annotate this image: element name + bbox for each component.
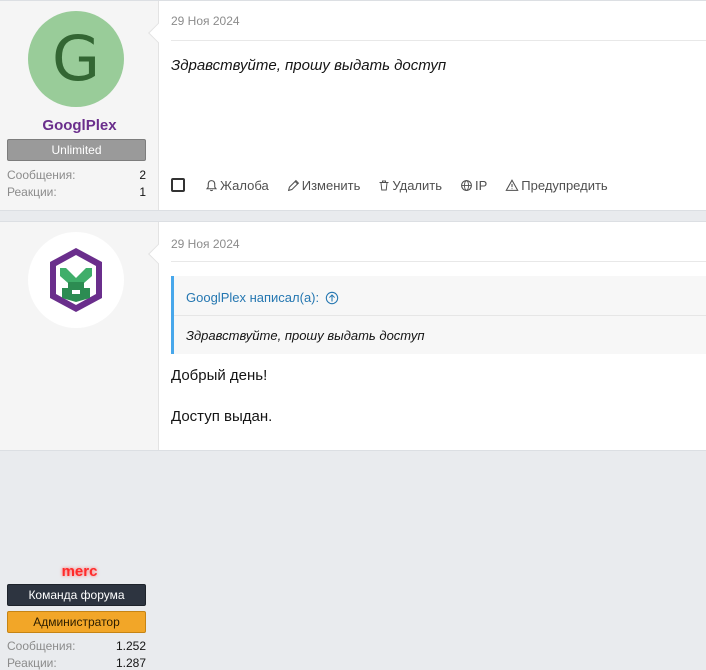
action-label: Изменить [301, 177, 361, 193]
stat-reactions: Реакции: 1.287 [7, 656, 146, 670]
stat-label: Реакции: [7, 656, 57, 670]
post-message: Здравствуйте, прошу выдать доступ [171, 57, 447, 74]
post-date[interactable]: 29 Ноя 2024 [171, 14, 240, 28]
action-label: IP [475, 177, 488, 193]
stat-messages: Сообщения: 2 [7, 168, 146, 182]
user-banner: Администратор [7, 611, 146, 633]
action-label: Жалоба [220, 177, 269, 193]
post-actions: Жалоба Изменить Удалить IP Предупредить [171, 176, 626, 194]
edit-button[interactable]: Изменить [287, 177, 361, 193]
stat-value: 1 [139, 185, 146, 199]
quote-author[interactable]: GooglPlex написал(а): [186, 290, 319, 305]
report-button[interactable]: Жалоба [205, 178, 269, 193]
user-banner: Команда форума [7, 584, 146, 606]
post: G GooglPlex Unlimited Сообщения: 2 Реакц… [0, 0, 706, 211]
user-banner: Unlimited [7, 139, 146, 161]
stat-value: 2 [139, 168, 146, 182]
action-label: Удалить [392, 177, 442, 193]
user-panel: merc Команда форума Администратор Сообще… [0, 222, 159, 670]
trash-icon [379, 180, 389, 190]
arrow-up-circle-icon[interactable] [325, 291, 339, 305]
quote-divider [174, 315, 706, 316]
warning-icon [505, 178, 519, 191]
username[interactable]: merc [0, 563, 159, 580]
post-line: Добрый день! [171, 367, 268, 384]
ip-button[interactable]: IP [460, 178, 487, 193]
stat-value: 1.252 [115, 639, 146, 653]
action-label: Предупредить [521, 177, 608, 193]
warn-button[interactable]: Предупредить [505, 177, 608, 193]
stat-label: Сообщения: [7, 168, 76, 182]
avatar[interactable]: G [28, 11, 124, 107]
delete-button[interactable]: Удалить [378, 178, 442, 193]
post-line: Доступ выдан. [171, 408, 273, 425]
bell-icon [205, 179, 218, 191]
quote-block: GooglPlex написал(а): Здравствуйте, прош… [171, 276, 706, 354]
divider [171, 40, 706, 41]
post-date[interactable]: 29 Ноя 2024 [171, 237, 240, 251]
quote-header[interactable]: GooglPlex написал(а): [186, 290, 339, 305]
username[interactable]: GooglPlex [0, 117, 159, 134]
stat-value: 1.287 [115, 656, 146, 670]
merc-logo-icon [50, 248, 102, 312]
avatar[interactable] [28, 232, 124, 328]
divider [171, 261, 706, 262]
quote-text: Здравствуйте, прошу выдать доступ [186, 328, 425, 343]
user-panel: G GooglPlex Unlimited Сообщения: 2 Реакц… [0, 1, 159, 210]
stat-reactions: Реакции: 1 [7, 185, 146, 199]
select-checkbox[interactable] [171, 178, 185, 192]
stat-messages: Сообщения: 1.252 [7, 639, 146, 653]
stat-label: Реакции: [7, 185, 57, 199]
stat-label: Сообщения: [7, 639, 76, 653]
pencil-icon [287, 179, 299, 191]
globe-icon [461, 179, 472, 191]
